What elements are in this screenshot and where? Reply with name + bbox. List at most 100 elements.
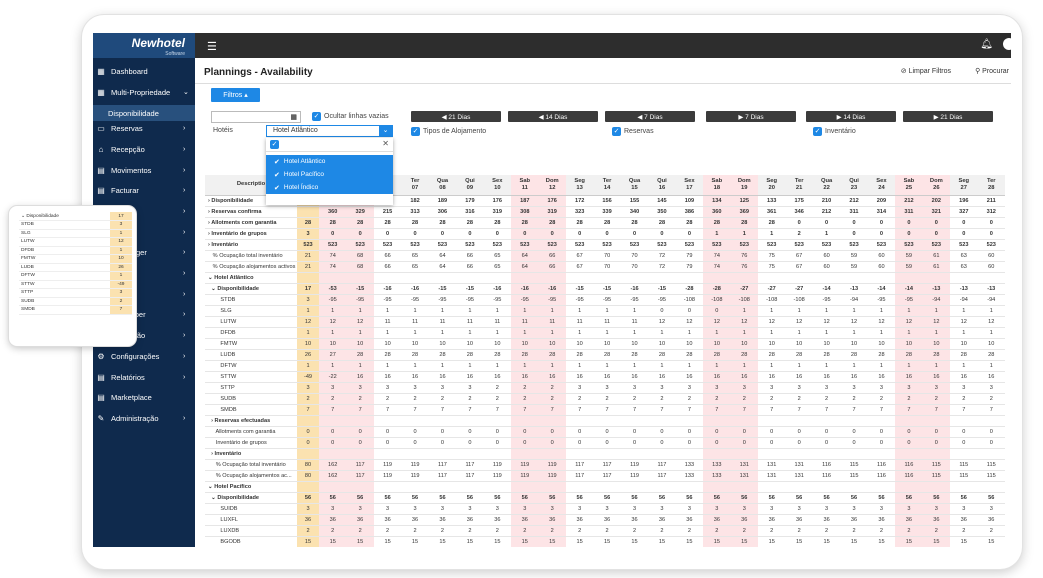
table-row[interactable]: LUXFL 36 36 36 36 36 36 36 36 36 36 36 36 36 36 36 36 36 3… (205, 514, 1005, 526)
table-row[interactable]: ⌄ Disponibilidade 17 -53 -15 -16 -16 -15 -15 -16… (205, 283, 1005, 295)
table-cell: 1 (758, 360, 786, 372)
date-input[interactable]: ▦ (211, 111, 301, 123)
checkbox-icon[interactable]: ✓ (411, 127, 420, 136)
hide-empty-toggle[interactable]: ✓ Ocultar linhas vazias (312, 112, 389, 121)
clear-filters-button[interactable]: ⊘ Limpar Filtros (901, 67, 951, 75)
sidebar-item[interactable]: ✎ Administração › (93, 410, 195, 426)
row-label: SUDB (205, 393, 297, 405)
hotel-option[interactable]: ✔ Hotel Atlântico (266, 155, 393, 168)
table-row[interactable]: Allotments com garantia 0 0 0 0 0 0 0 0 0 0 0 0 0 0 0 0 0… (205, 426, 1005, 438)
row-label: BGODB (205, 536, 297, 547)
table-cell (483, 272, 512, 284)
sidebar-item[interactable]: ▦ Dashboard (93, 63, 195, 79)
table-cell: -15 (593, 283, 621, 295)
table-row[interactable]: DFTW 1 1 1 1 1 1 1 1 1 1 1 1 1 1 1 1 1 1 1 1 1 1 1 1 1 1 (205, 360, 1005, 372)
table-row[interactable]: % Ocupação alojamentos activos 21 74 68 66 65… (205, 261, 1005, 273)
table-row[interactable]: STTW -49 -22 16 16 16 16 16 16 16 16 16 16 16 16 16 16 16… (205, 371, 1005, 383)
table-row[interactable]: Inventário de grupos 0 0 0 0 0 0 0 0 0 0 0 0 0 0 0 0 0 0 0 0… (205, 437, 1005, 449)
logo-subtext: Software (165, 51, 185, 57)
table-row[interactable]: › Reservas efectuadas (205, 415, 1005, 427)
search-button[interactable]: ⚲ Procurar (975, 67, 1009, 75)
table-cell: 12 (703, 316, 731, 328)
table-row[interactable]: % Ocupação alojamentos ac... 80 162 117 119 1… (205, 470, 1005, 482)
chevron-down-icon[interactable]: ⌄ (379, 126, 392, 136)
table-row[interactable]: % Ocupação total inventário 80 162 117 119 11… (205, 459, 1005, 471)
chevron-icon: ⌄ (183, 89, 189, 96)
forward-7-days-button[interactable]: ▶ 7 Dias (706, 111, 796, 122)
calendar-icon[interactable]: ▦ (290, 113, 297, 121)
sidebar-item[interactable]: ⌂ Recepção › (93, 141, 195, 157)
back-21-days-button[interactable]: ◀ 21 Dias (411, 111, 501, 122)
table-row[interactable]: BGODB 15 15 15 15 15 15 15 15 15 15 15 15 15 15 15 15 15 1… (205, 536, 1005, 547)
table-row[interactable]: % Ocupação total inventário 21 74 68 66 65 64 6… (205, 250, 1005, 262)
sidebar-item[interactable]: ▤ Marketplace (93, 389, 195, 405)
filters-button[interactable]: Filtros ▴ (211, 88, 260, 102)
sidebar-item[interactable]: ▤ Movimentos › (93, 162, 195, 178)
table-row[interactable]: › Allotments com garantia 28 28 28 28 28 28 28 2… (205, 217, 1005, 229)
table-row[interactable]: LUXDB 2 2 2 2 2 2 2 2 2 2 2 2 2 2 2 2 2 2 2 2 2 2 2 2 2 2 (205, 525, 1005, 537)
back-7-days-button[interactable]: ◀ 7 Dias (605, 111, 695, 122)
table-cell: 28 (483, 217, 512, 229)
select-all-checkbox[interactable]: ✓ (270, 140, 279, 149)
close-icon[interactable]: ✕ (382, 139, 389, 148)
header-day-number: 22 (823, 184, 830, 191)
hotel-option[interactable]: ✔ Hotel Pacífico (266, 168, 393, 181)
table-row[interactable]: ⌄ Hotel Atlântico (205, 272, 1005, 284)
checkbox-icon[interactable]: ✓ (312, 112, 321, 121)
sidebar-item[interactable]: ▭ Reservas › (93, 120, 195, 136)
sidebar-item[interactable]: ▤ Relatórios › (93, 369, 195, 385)
table-row[interactable]: FMTW 10 10 10 10 10 10 10 10 10 10 10 10 10 10 10 10 10 10… (205, 338, 1005, 350)
table-row[interactable]: › Inventário de grupos 3 0 0 0 0 0 0 0 0 0 0 0 0 0 0 1 1 1… (205, 228, 1005, 240)
header-weekday: Qua (436, 177, 449, 184)
checkbox-icon[interactable]: ✓ (612, 127, 621, 136)
table-cell: 36 (895, 514, 923, 526)
sidebar-item[interactable]: ▦ Multi-Propriedade ⌄ (93, 84, 195, 100)
hotel-option[interactable]: ✔ Hotel Índico (266, 181, 393, 194)
forward-21-days-button[interactable]: ▶ 21 Dias (903, 111, 993, 122)
table-row[interactable]: SUIDB 3 3 3 3 3 3 3 3 3 3 3 3 3 3 3 3 3 3 3 3 3 3 3 3 3 3 (205, 503, 1005, 515)
back-14-days-button[interactable]: ◀ 14 Dias (508, 111, 598, 122)
table-cell: 0 (922, 437, 951, 449)
table-row[interactable]: LUDB 26 27 28 28 28 28 28 28 28 28 28 28 28 28 28 28 28 28… (205, 349, 1005, 361)
table-cell: 7 (297, 404, 319, 416)
sidebar-item[interactable]: ▤ Facturar › (93, 182, 195, 198)
row-label: DFTW (205, 360, 297, 372)
table-cell: 56 (785, 492, 813, 504)
table-row[interactable]: SUDB 2 2 2 2 2 2 2 2 2 2 2 2 2 2 2 2 2 2 2 2 2 2 2 2 2 2 (205, 393, 1005, 405)
table-cell (758, 448, 786, 460)
table-row[interactable]: › Reservas confirma 360 329 215 313 306 316 319… (205, 206, 1005, 218)
room-types-toggle[interactable]: ✓ Tipos de Alojamento (411, 127, 486, 136)
table-row[interactable]: LUTW 12 12 12 11 11 11 11 11 11 11 11 11 11 12 12 12 12 12… (205, 316, 1005, 328)
menu-icon[interactable]: ☰ (207, 40, 217, 53)
table-cell: 1 (812, 228, 841, 240)
table-cell: -16 (511, 283, 539, 295)
user-icon[interactable] (1003, 38, 1011, 50)
inventory-toggle[interactable]: ✓ Inventário (813, 127, 856, 136)
table-cell: 7 (950, 404, 978, 416)
table-row[interactable]: SLG 1 1 1 1 1 1 1 1 1 1 1 1 1 0 0 0 1 1 1 1 1 1 1 1 1 1 (205, 305, 1005, 317)
table-cell: 1 (538, 327, 566, 339)
sidebar-item[interactable]: ⚙ Configurações › (93, 348, 195, 364)
table-row[interactable]: ⌄ Hotel Pacífico (205, 481, 1005, 493)
table-row[interactable]: STDB 3 -95 -95 -95 -95 -95 -95 -95 -95 -95 -95 -95 -9… (205, 294, 1005, 306)
table-cell: -108 (703, 294, 731, 306)
table-row[interactable]: › Inventário 523 523 523 523 523 523 523 523 523 5… (205, 239, 1005, 251)
table-row[interactable]: SMDB 7 7 7 7 7 7 7 7 7 7 7 7 7 7 7 7 7 7 7 7 7 7 7 7 7 7 (205, 404, 1005, 416)
table-cell: 3 (703, 503, 731, 515)
table-cell: 28 (620, 217, 649, 229)
table-cell: 15 (565, 536, 594, 547)
table-row[interactable]: STTP 3 3 3 3 3 3 3 2 2 2 3 3 3 3 3 3 3 3 3 3 3 3 3 3 3 3 (205, 382, 1005, 394)
table-cell: 0 (977, 437, 1005, 449)
reservations-toggle[interactable]: ✓ Reservas (612, 127, 654, 136)
table-row[interactable]: DFDB 1 1 1 1 1 1 1 1 1 1 1 1 1 1 1 1 1 1 1 1 1 1 1 1 1 1 (205, 327, 1005, 339)
table-cell (565, 448, 594, 460)
row-label: ⌄ Hotel Pacífico (205, 481, 297, 493)
bell-icon[interactable]: 🔔︎ (980, 39, 993, 50)
forward-14-days-button[interactable]: ▶ 14 Dias (806, 111, 896, 122)
table-cell: -95 (401, 294, 429, 306)
checkbox-icon[interactable]: ✓ (813, 127, 822, 136)
hotel-select[interactable]: Hotel Atlântico ⌄ (266, 125, 393, 137)
sidebar-item[interactable]: Disponibilidade (93, 105, 195, 121)
table-row[interactable]: › Inventário (205, 448, 1005, 460)
table-row[interactable]: ⌄ Disponibilidade 56 56 56 56 56 56 56 56 56 56 56 5… (205, 492, 1005, 504)
